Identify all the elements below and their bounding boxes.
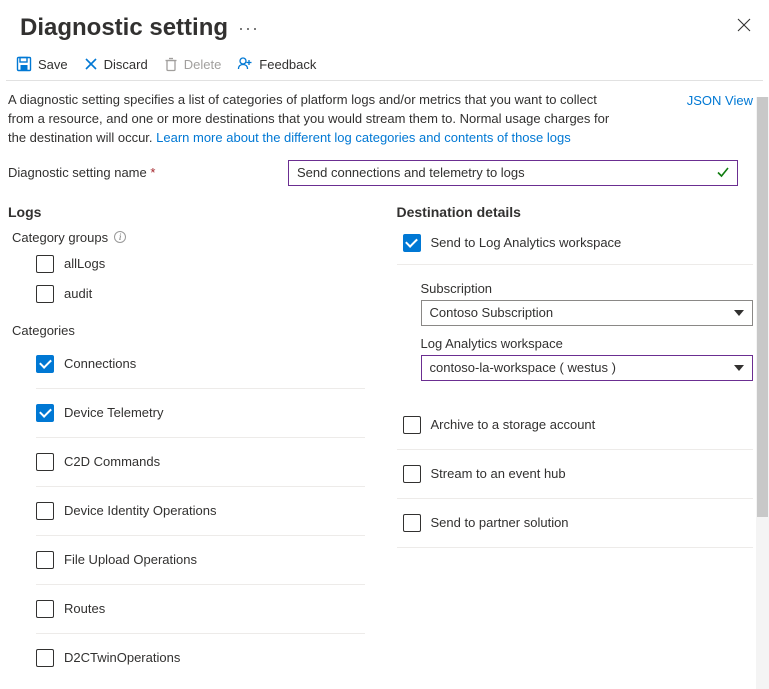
destination-heading: Destination details xyxy=(397,204,754,220)
category-group-row: allLogs xyxy=(36,249,365,279)
category-label: Connections xyxy=(64,356,136,371)
destination-item: Send to partner solution xyxy=(397,499,754,548)
feedback-label: Feedback xyxy=(259,57,316,72)
feedback-button[interactable]: Feedback xyxy=(237,56,316,72)
setting-name-label: Diagnostic setting name * xyxy=(8,165,280,180)
category-row: C2D Commands xyxy=(36,438,365,487)
json-view-link[interactable]: JSON View xyxy=(687,91,753,108)
more-icon[interactable]: ··· xyxy=(238,19,259,37)
valid-icon xyxy=(716,165,730,182)
destination-checkbox[interactable] xyxy=(403,465,421,483)
category-row: D2CTwinOperations xyxy=(36,634,365,673)
category-row: File Upload Operations xyxy=(36,536,365,585)
learn-more-link[interactable]: Learn more about the different log categ… xyxy=(156,130,571,145)
category-label: C2D Commands xyxy=(64,454,160,469)
destination-checkbox[interactable] xyxy=(403,416,421,434)
category-checkbox[interactable] xyxy=(36,551,54,569)
destination-label: Archive to a storage account xyxy=(431,417,596,432)
destination-column: Destination details Send to Log Analytic… xyxy=(397,204,754,673)
subscription-label: Subscription xyxy=(421,281,754,296)
category-group-row: audit xyxy=(36,279,365,309)
logs-heading: Logs xyxy=(8,204,365,220)
subscription-select[interactable]: Contoso Subscription xyxy=(421,300,754,326)
destination-item: Archive to a storage account xyxy=(397,401,754,450)
destination-label: Send to partner solution xyxy=(431,515,569,530)
workspace-label: Log Analytics workspace xyxy=(421,336,754,351)
category-checkbox[interactable] xyxy=(36,355,54,373)
save-icon xyxy=(16,56,32,72)
category-label: Device Telemetry xyxy=(64,405,163,420)
category-checkbox[interactable] xyxy=(36,404,54,422)
discard-icon xyxy=(84,57,98,71)
destination-label: Stream to an event hub xyxy=(431,466,566,481)
close-icon[interactable] xyxy=(737,18,751,35)
category-checkbox[interactable] xyxy=(36,453,54,471)
workspace-select[interactable]: contoso-la-workspace ( westus ) xyxy=(421,355,754,381)
chevron-down-icon xyxy=(734,310,744,316)
category-label: Routes xyxy=(64,601,105,616)
category-label: Device Identity Operations xyxy=(64,503,216,518)
send-log-analytics-checkbox[interactable] xyxy=(403,234,421,252)
feedback-icon xyxy=(237,56,253,72)
delete-button: Delete xyxy=(164,57,222,72)
category-group-label: allLogs xyxy=(64,256,105,271)
destination-checkbox[interactable] xyxy=(403,514,421,532)
category-group-checkbox[interactable] xyxy=(36,255,54,273)
category-groups-label: Category groups xyxy=(12,230,108,245)
subscription-value: Contoso Subscription xyxy=(430,305,554,320)
category-checkbox[interactable] xyxy=(36,649,54,667)
delete-icon xyxy=(164,57,178,72)
category-label: File Upload Operations xyxy=(64,552,197,567)
category-label: D2CTwinOperations xyxy=(64,650,180,665)
category-row: Device Telemetry xyxy=(36,389,365,438)
description-text: A diagnostic setting specifies a list of… xyxy=(8,91,618,148)
category-row: Routes xyxy=(36,585,365,634)
setting-name-input[interactable] xyxy=(288,160,738,186)
category-row: Device Identity Operations xyxy=(36,487,365,536)
discard-label: Discard xyxy=(104,57,148,72)
workspace-value: contoso-la-workspace ( westus ) xyxy=(430,360,616,375)
category-checkbox[interactable] xyxy=(36,502,54,520)
category-group-checkbox[interactable] xyxy=(36,285,54,303)
logs-column: Logs Category groups i allLogs audit Cate… xyxy=(8,204,365,673)
send-log-analytics-label: Send to Log Analytics workspace xyxy=(431,235,622,250)
save-label: Save xyxy=(38,57,68,72)
categories-label: Categories xyxy=(12,323,365,338)
save-button[interactable]: Save xyxy=(16,56,68,72)
destination-item: Stream to an event hub xyxy=(397,450,754,499)
delete-label: Delete xyxy=(184,57,222,72)
discard-button[interactable]: Discard xyxy=(84,57,148,72)
category-row: Connections xyxy=(36,340,365,389)
chevron-down-icon xyxy=(734,365,744,371)
page-title: Diagnostic setting xyxy=(20,14,228,42)
category-group-label: audit xyxy=(64,286,92,301)
category-checkbox[interactable] xyxy=(36,600,54,618)
info-icon[interactable]: i xyxy=(114,231,126,243)
